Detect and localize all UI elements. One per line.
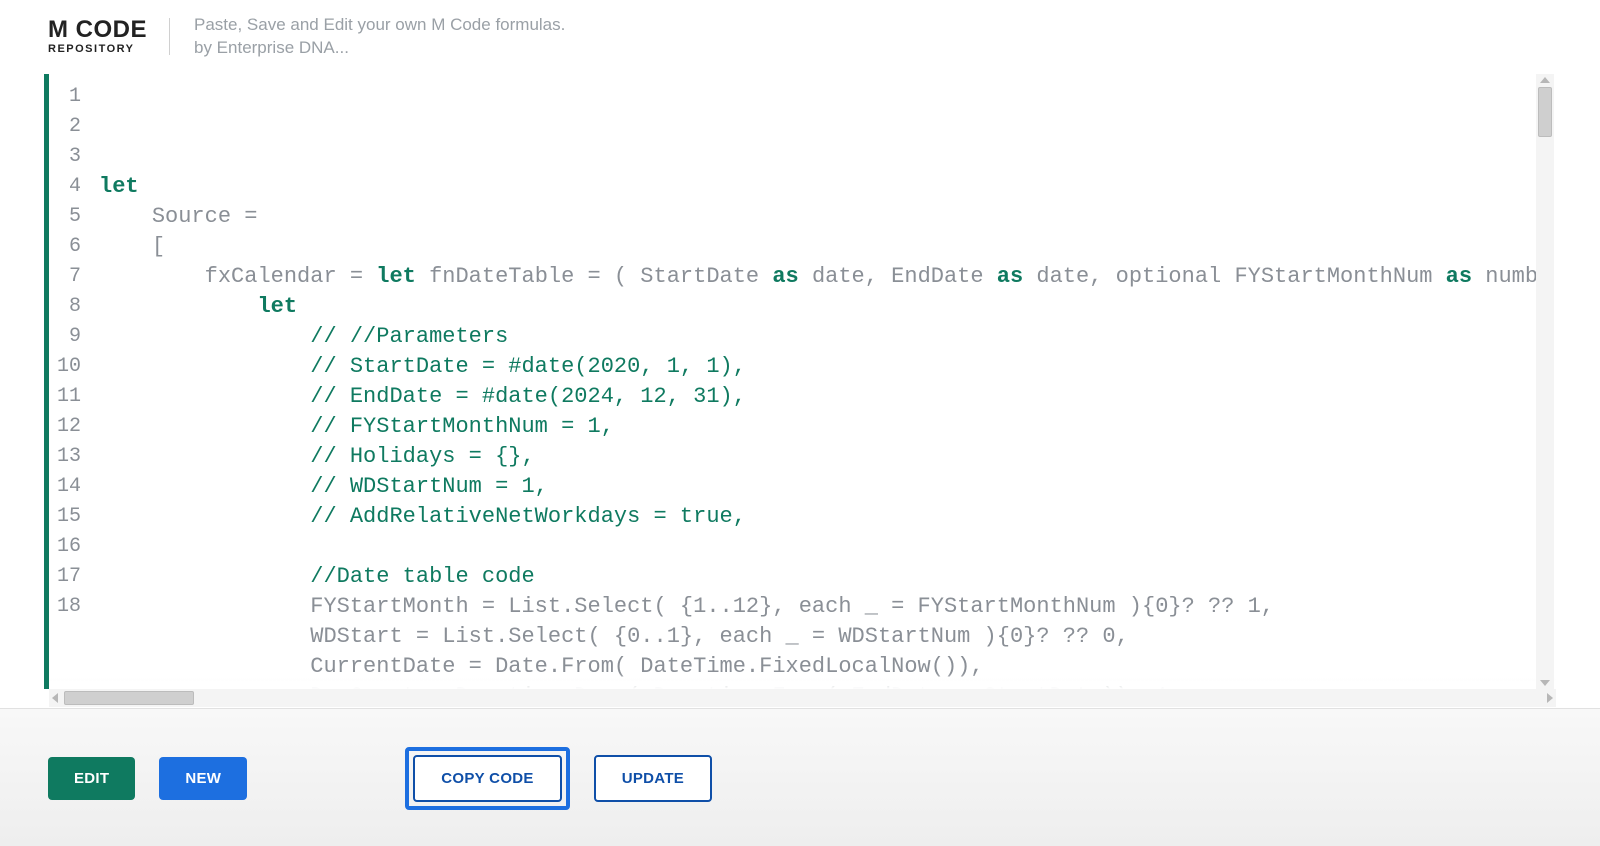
code-line[interactable]: Source =	[99, 202, 1556, 232]
code-line[interactable]: let	[99, 172, 1556, 202]
line-number: 13	[57, 442, 81, 472]
line-number: 1	[57, 82, 81, 112]
code-line[interactable]	[99, 532, 1556, 562]
line-number: 6	[57, 232, 81, 262]
new-button[interactable]: NEW	[159, 757, 247, 800]
line-number: 18	[57, 592, 81, 622]
horizontal-scroll-thumb[interactable]	[64, 691, 194, 705]
code-line[interactable]: //Date table code	[99, 562, 1556, 592]
horizontal-scrollbar[interactable]	[49, 689, 1556, 707]
code-line[interactable]: // WDStartNum = 1,	[99, 472, 1556, 502]
update-button[interactable]: UPDATE	[594, 755, 712, 802]
code-line[interactable]: let	[99, 292, 1556, 322]
line-number: 16	[57, 532, 81, 562]
line-number: 10	[57, 352, 81, 382]
copy-code-button[interactable]: COPY CODE	[413, 755, 561, 802]
tagline: Paste, Save and Edit your own M Code for…	[194, 14, 565, 60]
line-number: 12	[57, 412, 81, 442]
code-line[interactable]: // AddRelativeNetWorkdays = true,	[99, 502, 1556, 532]
code-line[interactable]: fxCalendar = let fnDateTable = ( StartDa…	[99, 262, 1556, 292]
line-gutter: 123456789101112131415161718	[49, 74, 95, 689]
line-number: 14	[57, 472, 81, 502]
scroll-up-icon[interactable]	[1540, 77, 1550, 83]
tagline-line1: Paste, Save and Edit your own M Code for…	[194, 14, 565, 37]
line-number: 5	[57, 202, 81, 232]
line-number: 7	[57, 262, 81, 292]
tagline-line2: by Enterprise DNA...	[194, 37, 565, 60]
line-number: 2	[57, 112, 81, 142]
code-content[interactable]: let Source = [ fxCalendar = let fnDateTa…	[95, 74, 1556, 689]
vertical-scroll-thumb[interactable]	[1538, 87, 1552, 137]
scroll-down-icon[interactable]	[1540, 680, 1550, 686]
line-number: 17	[57, 562, 81, 592]
hscroll-row	[0, 689, 1600, 708]
code-line[interactable]: // EndDate = #date(2024, 12, 31),	[99, 382, 1556, 412]
logo-subtitle: REPOSITORY	[48, 44, 135, 55]
logo-title: M CODE	[48, 18, 147, 42]
header: M CODE REPOSITORY Paste, Save and Edit y…	[0, 0, 1600, 74]
line-number: 4	[57, 172, 81, 202]
line-number: 3	[57, 142, 81, 172]
vertical-scrollbar[interactable]	[1536, 74, 1554, 689]
footer-toolbar: EDIT NEW COPY CODE UPDATE	[0, 708, 1600, 846]
code-editor[interactable]: 123456789101112131415161718 let Source =…	[44, 74, 1556, 689]
line-number: 9	[57, 322, 81, 352]
code-line[interactable]: [	[99, 232, 1556, 262]
copy-button-highlight: COPY CODE	[405, 747, 569, 810]
editor-area: 123456789101112131415161718 let Source =…	[0, 74, 1600, 689]
code-line[interactable]: // FYStartMonthNum = 1,	[99, 412, 1556, 442]
logo: M CODE REPOSITORY	[48, 18, 170, 55]
code-line[interactable]: WDStart = List.Select( {0..1}, each _ = …	[99, 622, 1556, 652]
code-line[interactable]: // //Parameters	[99, 322, 1556, 352]
line-number: 8	[57, 292, 81, 322]
edit-button[interactable]: EDIT	[48, 757, 135, 800]
code-line[interactable]: CurrentDate = Date.From( DateTime.FixedL…	[99, 652, 1556, 682]
line-number: 15	[57, 502, 81, 532]
code-line[interactable]: // StartDate = #date(2020, 1, 1),	[99, 352, 1556, 382]
line-number: 11	[57, 382, 81, 412]
code-line[interactable]: FYStartMonth = List.Select( {1..12}, eac…	[99, 592, 1556, 622]
scroll-left-icon[interactable]	[52, 693, 58, 703]
code-line[interactable]: DayCount = Duration.Days( Duration.From(…	[99, 682, 1556, 689]
code-line[interactable]: // Holidays = {},	[99, 442, 1556, 472]
scroll-right-icon[interactable]	[1547, 693, 1553, 703]
